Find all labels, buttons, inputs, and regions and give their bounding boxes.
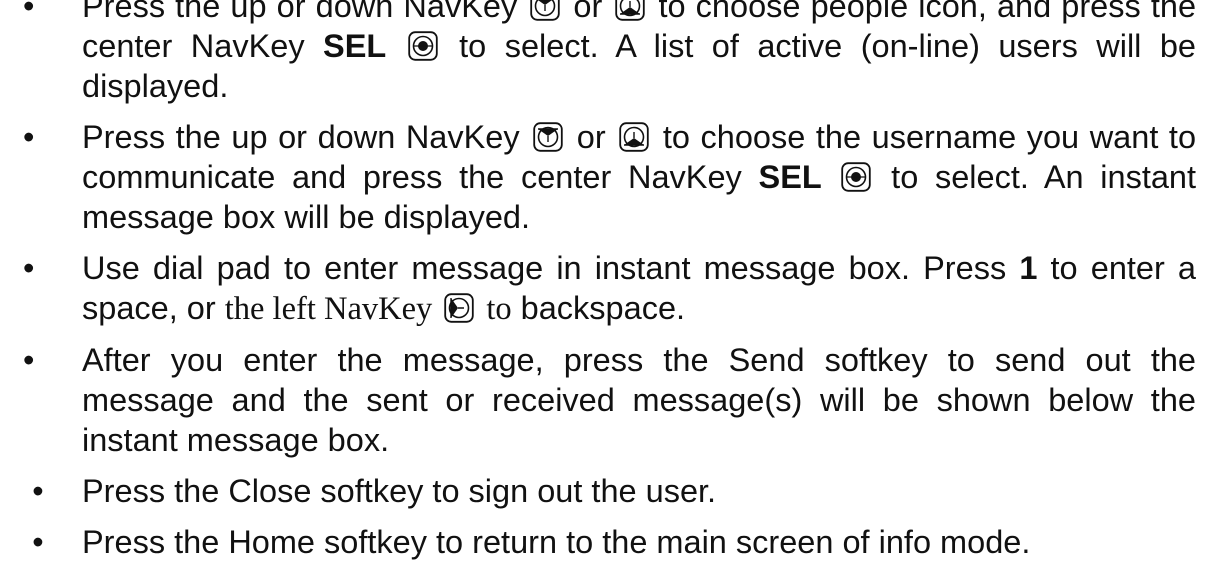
instruction-item: • Press the Close softkey to sign out the… [0, 471, 1214, 511]
instruction-text: Press the Close softkey to sign out the … [82, 473, 717, 509]
navkey-center-icon [841, 162, 872, 192]
instruction-text: or [573, 0, 603, 24]
instruction-text: After you enter the message, press the S… [82, 342, 1196, 458]
instruction-item: • After you enter the message, press the … [0, 340, 1214, 460]
navkey-down-icon [619, 122, 649, 152]
instruction-text: to [486, 291, 512, 327]
navkey-left-icon [444, 293, 475, 323]
key-1-label: 1 [1019, 250, 1038, 286]
instruction-list: • Press the up or down NavKey or to choos… [0, 0, 1214, 562]
navkey-up-icon [533, 122, 563, 152]
navkey-down-icon [615, 0, 646, 21]
sel-key-label: SEL [758, 159, 822, 195]
instruction-text: Press the up or down NavKey [82, 0, 518, 24]
bullet: • [23, 119, 35, 155]
bullet: • [23, 342, 35, 378]
instruction-text: Press the up or down NavKey [82, 119, 520, 155]
bullet: • [32, 473, 44, 509]
instruction-text: or [576, 119, 606, 155]
instruction-text: Press the Home softkey to return to the … [82, 524, 1031, 560]
instruction-text: the left NavKey [224, 291, 433, 327]
instruction-item: • Press the up or down NavKey or to choos… [0, 0, 1214, 106]
navkey-center-icon [408, 31, 438, 61]
bullet: • [32, 524, 44, 560]
manual-page: • Press the up or down NavKey or to choos… [0, 0, 1214, 573]
instruction-text: Use dial pad to enter message in instant… [82, 250, 1007, 286]
navkey-up-icon [530, 0, 561, 21]
bullet: • [23, 250, 35, 286]
bullet: • [23, 0, 35, 24]
instruction-item: • Use dial pad to enter message in instan… [0, 248, 1214, 329]
instruction-text: backspace. [520, 290, 686, 326]
instruction-item: • Press the Home softkey to return to the… [0, 522, 1214, 562]
sel-key-label: SEL [323, 28, 387, 64]
instruction-item: • Press the up or down NavKey or to choos… [0, 117, 1214, 237]
